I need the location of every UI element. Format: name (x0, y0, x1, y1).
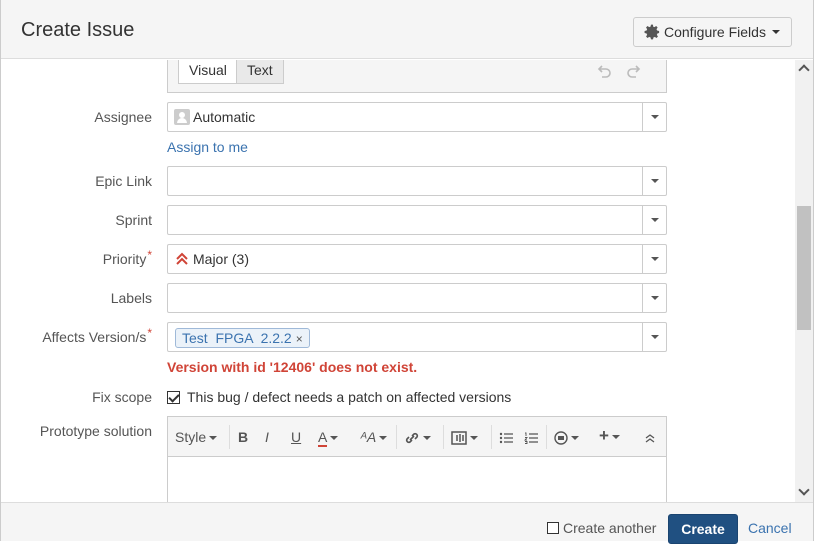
prototype-solution-editor: Style B I U A ᴬA + (167, 416, 667, 502)
style-label: Style (175, 429, 207, 445)
avatar (174, 109, 190, 125)
toolbar-divider (443, 425, 444, 449)
fix-scope-label: Fix scope (92, 389, 152, 405)
description-editor-footer: Visual Text (167, 60, 667, 93)
fix-scope-field: This bug / defect needs a patch on affec… (167, 389, 511, 405)
labels-select[interactable] (167, 283, 667, 313)
link-button[interactable] (404, 429, 431, 445)
scroll-down-icon[interactable] (798, 484, 810, 496)
bold-button[interactable]: B (238, 429, 248, 445)
affects-versions-select[interactable]: Test FPGA 2.2.2 × (167, 322, 667, 352)
numbered-list-icon (524, 432, 538, 445)
create-issue-dialog: Create Issue Configure Fields Visual Tex… (0, 0, 814, 544)
version-chip-label: Test FPGA 2.2.2 (182, 330, 292, 346)
scrollbar-thumb[interactable] (797, 206, 811, 330)
epic-link-label: Epic Link (95, 173, 152, 189)
tab-visual[interactable]: Visual (178, 60, 238, 84)
text-effects-button[interactable]: ᴬA (360, 429, 388, 445)
create-another-option[interactable]: Create another (547, 520, 656, 536)
macro-button[interactable] (554, 429, 579, 445)
collapse-toolbar-button[interactable] (644, 429, 656, 445)
priority-major-icon (176, 252, 188, 265)
version-chip: Test FPGA 2.2.2 × (175, 328, 310, 348)
toolbar-divider (546, 425, 547, 449)
attachment-icon (451, 431, 467, 446)
italic-button[interactable]: I (265, 429, 269, 445)
affects-versions-label: Affects Version/s* (42, 326, 152, 345)
tab-text[interactable]: Text (236, 60, 284, 84)
affects-versions-label-text: Affects Version/s (42, 329, 147, 345)
chevron-down-icon[interactable] (642, 245, 666, 273)
text-effects-label: ᴬA (360, 429, 377, 445)
assign-to-me-link[interactable]: Assign to me (167, 139, 248, 155)
priority-value: Major (3) (193, 251, 250, 267)
bullet-list-button[interactable] (499, 429, 513, 445)
chevron-down-icon (571, 436, 579, 441)
create-another-checkbox[interactable] (547, 522, 559, 534)
required-mark: * (147, 326, 152, 340)
create-another-label[interactable]: Create another (563, 520, 656, 536)
priority-label: Priority* (102, 248, 152, 267)
underline-button[interactable]: U (291, 429, 301, 445)
chevron-down-icon (771, 30, 780, 34)
macro-icon (554, 431, 568, 445)
required-mark: * (147, 248, 152, 262)
chevron-down-icon[interactable] (642, 284, 666, 312)
chevron-down-icon (611, 434, 620, 439)
chevron-down-icon[interactable] (642, 167, 666, 195)
priority-select[interactable]: Major (3) (167, 244, 667, 274)
dialog-header: Create Issue Configure Fields (1, 0, 813, 59)
undo-icon[interactable] (596, 63, 612, 79)
toolbar-divider (229, 425, 230, 449)
scroll-up-icon[interactable] (798, 64, 810, 76)
chevron-down-icon[interactable] (642, 206, 666, 234)
insert-more-button[interactable]: + (599, 426, 620, 446)
chevron-down-icon[interactable] (642, 323, 666, 351)
affects-versions-error: Version with id '12406' does not exist. (167, 359, 418, 375)
prototype-solution-label: Prototype solution (39, 423, 152, 439)
text-color-button[interactable]: A (318, 429, 339, 447)
chevron-down-icon (379, 436, 388, 441)
link-icon (405, 433, 419, 444)
bullet-list-icon (499, 433, 513, 444)
fix-scope-checkbox-label[interactable]: This bug / defect needs a patch on affec… (187, 389, 511, 405)
chevron-down-icon (209, 436, 218, 441)
dialog-body: Visual Text Assignee Automatic Assign to… (1, 60, 795, 502)
chevron-down-icon (423, 436, 431, 441)
assignee-label: Assignee (94, 109, 152, 125)
dialog-footer: Create another Create Cancel (1, 502, 813, 544)
numbered-list-button[interactable] (524, 429, 538, 445)
editor-toolbar: Style B I U A ᴬA + (168, 417, 666, 457)
sprint-label: Sprint (115, 212, 152, 228)
dialog-title: Create Issue (21, 19, 135, 41)
labels-label: Labels (110, 290, 152, 306)
attachment-button[interactable] (451, 429, 478, 446)
toolbar-divider (491, 425, 492, 449)
assignee-select[interactable]: Automatic (167, 102, 667, 132)
plus-icon: + (599, 426, 609, 445)
text-color-label: A (318, 429, 328, 447)
epic-link-select[interactable] (167, 166, 667, 196)
collapse-icon (645, 434, 655, 443)
sprint-select[interactable] (167, 205, 667, 235)
create-button[interactable]: Create (668, 514, 738, 544)
cancel-button[interactable]: Cancel (748, 520, 792, 536)
scrollbar[interactable] (795, 60, 813, 502)
gear-icon (644, 24, 660, 40)
toolbar-divider (396, 425, 397, 449)
assignee-value: Automatic (193, 109, 256, 125)
remove-chip-icon[interactable]: × (296, 332, 303, 346)
chevron-down-icon (470, 436, 478, 441)
configure-fields-label: Configure Fields (664, 24, 766, 40)
chevron-down-icon (330, 436, 339, 441)
chevron-down-icon[interactable] (642, 103, 666, 131)
fix-scope-checkbox[interactable] (167, 390, 180, 404)
redo-icon[interactable] (626, 63, 642, 79)
configure-fields-button[interactable]: Configure Fields (633, 17, 792, 47)
priority-label-text: Priority (102, 251, 147, 267)
style-dropdown[interactable]: Style (175, 429, 218, 445)
